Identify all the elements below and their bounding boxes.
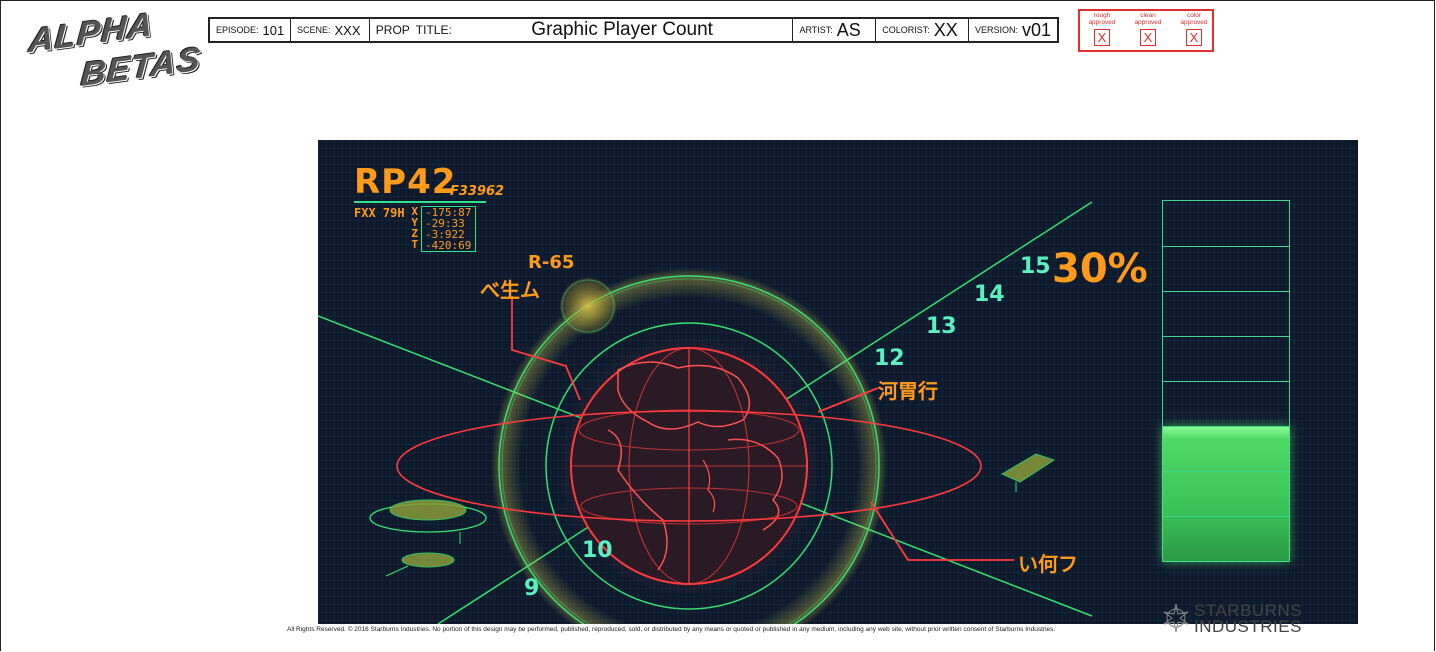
company-line-2: INDUSTRIES [1194,617,1302,636]
slate-info-bar: EPISODE: 101 SCENE: XXX PROP TITLE: Grap… [208,17,1059,43]
approval-label: clean [1140,12,1156,19]
player-count-meter [1162,200,1290,562]
coord-axes: X Y Z T [404,206,418,250]
alpha-betas-logo: ALPHA BETAS [27,6,202,94]
meter-segment-divider [1163,381,1289,382]
meter-segment-divider [1163,246,1289,247]
marker-id: R-65 [528,252,575,273]
disc [401,552,455,568]
version-label: VERSION: [974,25,1018,35]
prop-title-value: Graphic Player Count [531,19,713,40]
episode-label: EPISODE: [216,25,259,35]
coord-values: -175:87 -29:33 -3:922 -420:69 [421,206,476,252]
moon [560,278,616,334]
artist-value: AS [836,19,861,40]
hud-code: RP42 [354,162,457,202]
meter-segment-divider [1163,471,1289,472]
approval-stamps: rough approved X clean approved X color … [1078,9,1214,52]
jp-label-1: べ生ム [480,278,540,302]
prop-title-cell: PROP TITLE: Graphic Player Count [370,19,794,41]
starburns-logo: STARBURNS INDUSTRIES [1160,602,1302,636]
title-label: TITLE: [415,23,452,37]
color-approved: color approved X [1174,12,1214,46]
approval-label: rough [1093,12,1111,19]
scale-number: 13 [926,314,957,339]
scene-value: XXX [334,22,361,38]
callout-line [870,501,1014,561]
rough-approved: rough approved X [1082,12,1122,46]
scale-number: 15 [1020,254,1051,279]
colorist-label: COLORIST: [882,25,930,35]
version-cell: VERSION: v01 [969,19,1057,41]
approval-label: color [1186,12,1202,19]
clean-approved: clean approved X [1128,12,1168,46]
scale-number: 10 [582,538,613,563]
coord-t: -420:69 [425,239,472,252]
hud-code-underline [354,201,486,203]
scale-number: 14 [974,282,1005,307]
meter-fill [1163,426,1289,561]
meter-segment-divider [1163,516,1289,517]
colorist-value: XX [933,19,958,40]
rough-approved-checkbox[interactable]: X [1094,29,1110,46]
scene-cell: SCENE: XXX [291,19,370,41]
jp-label-2: 河胃行 [878,379,938,403]
artist-label: ARTIST: [799,25,833,35]
scale-number: 9 [524,576,540,601]
axis-t: T [411,238,418,251]
prop-label: PROP [375,23,410,37]
approval-label: approved [1180,19,1208,26]
disc [389,499,467,521]
meter-segment-divider [1163,336,1289,337]
meter-segment-divider [1163,426,1289,427]
player-count-percent: 30% [1052,246,1148,292]
hud-fxx: FXX 79H [354,206,405,220]
episode-value: 101 [262,22,285,38]
color-approved-checkbox[interactable]: X [1186,29,1202,46]
meter-segment-divider [1163,291,1289,292]
scene-label: SCENE: [297,25,331,35]
clean-approved-checkbox[interactable]: X [1140,29,1156,46]
colorist-cell: COLORIST: XX [876,19,969,41]
hud-screen: RP42 F33962 FXX 79H X Y Z T -175:87 -29:… [318,140,1358,624]
starburns-icon [1163,603,1189,633]
legal-footer: All Rights Reserved. © 2016 Starburns In… [287,626,1056,633]
approval-label: approved [1134,19,1162,26]
artist-cell: ARTIST: AS [793,19,877,41]
disc-tick [385,565,409,577]
plate [1000,453,1056,483]
approval-label: approved [1088,19,1116,26]
version-value: v01 [1021,19,1051,40]
scale-number: 12 [874,346,905,371]
hud-code-sub: F33962 [450,184,505,199]
episode-cell: EPISODE: 101 [210,19,291,41]
jp-label-3: い何フ [1018,552,1078,576]
